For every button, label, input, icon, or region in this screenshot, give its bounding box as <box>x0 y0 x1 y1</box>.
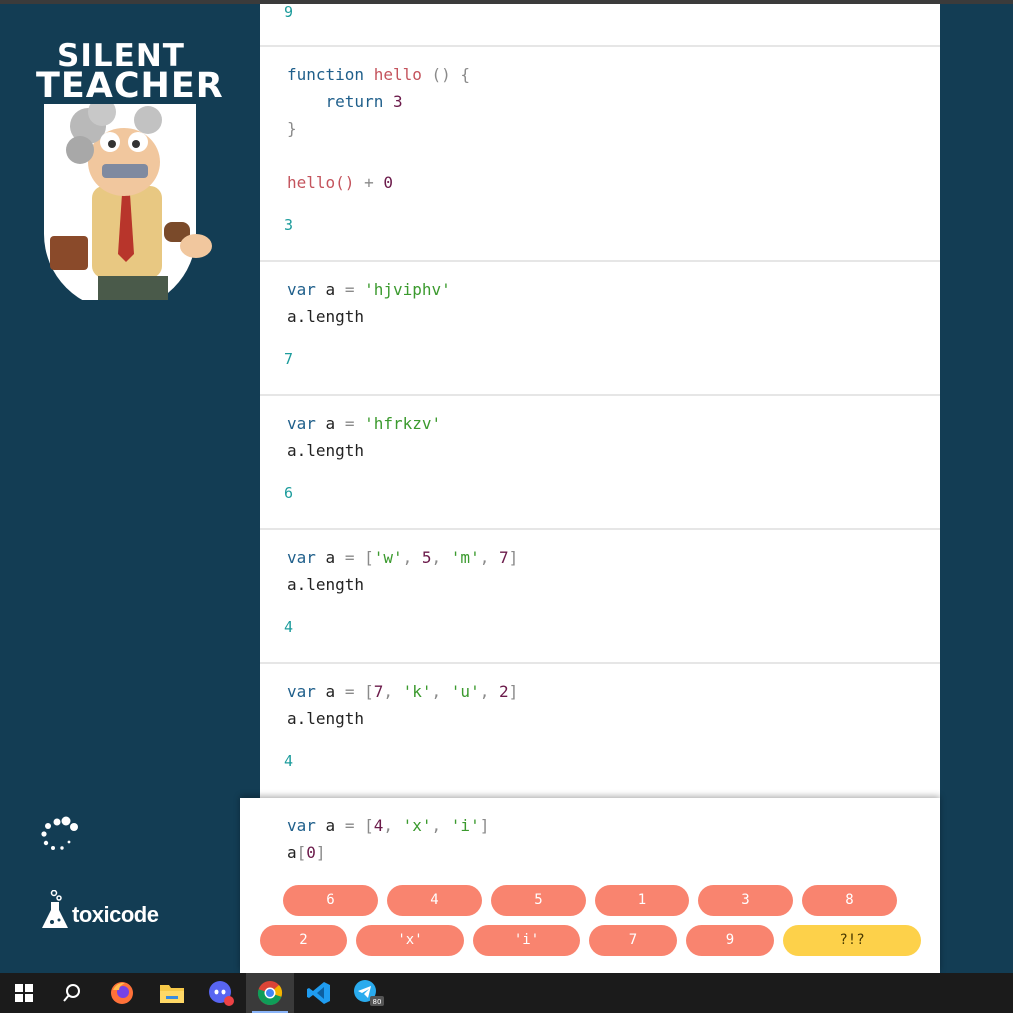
code-line: function hello () { <box>287 65 471 84</box>
result-value: 7 <box>284 350 294 368</box>
exercise-history: 9 function hello () { return 3 } hello()… <box>260 4 940 798</box>
answer-button[interactable]: 'x' <box>356 925 464 956</box>
firefox-icon[interactable] <box>98 973 146 1013</box>
code-line: var a = [7, 'k', 'u', 2] <box>287 682 519 701</box>
chrome-icon[interactable] <box>246 973 294 1013</box>
silent-teacher-logo: SILENT TEACHER <box>36 41 224 106</box>
history-card: var a = 'hjviphv' a.length 7 <box>260 262 940 396</box>
code-line: a[0] <box>287 843 326 862</box>
teacher-mascot-illustration <box>44 104 212 300</box>
telegram-icon[interactable]: 80 <box>344 973 392 1013</box>
answer-button[interactable]: 4 <box>387 885 482 916</box>
telegram-unread-badge: 80 <box>373 998 382 1006</box>
code-line: var a = 'hfrkzv' <box>287 414 442 433</box>
result-value: 3 <box>284 216 294 234</box>
code-line: return 3 <box>325 92 403 111</box>
history-card: var a = ['w', 5, 'm', 7] a.length 4 <box>260 530 940 664</box>
windows-taskbar: 80 <box>0 973 1013 1013</box>
answer-button[interactable]: 5 <box>491 885 586 916</box>
result-value: 4 <box>284 618 294 636</box>
answer-button[interactable]: 1 <box>595 885 689 916</box>
answer-button[interactable]: 2 <box>260 925 347 956</box>
answer-button[interactable]: 7 <box>589 925 677 956</box>
history-card: 9 <box>260 4 940 47</box>
vscode-icon[interactable] <box>295 973 343 1013</box>
code-line: } <box>287 119 297 138</box>
history-card: function hello () { return 3 } hello() +… <box>260 47 940 262</box>
history-card: var a = 'hfrkzv' a.length 6 <box>260 396 940 530</box>
help-button[interactable]: ?!? <box>783 925 921 956</box>
search-icon[interactable] <box>48 973 96 1013</box>
result-value: 4 <box>284 752 294 770</box>
code-line: hello() + 0 <box>287 173 393 192</box>
answer-button[interactable]: 6 <box>283 885 378 916</box>
code-line: a.length <box>287 709 365 728</box>
loading-spinner-icon <box>41 816 78 850</box>
start-icon[interactable] <box>0 973 48 1013</box>
history-card: var a = [7, 'k', 'u', 2] a.length 4 <box>260 664 940 798</box>
code-line: a.length <box>287 575 365 594</box>
brand-wordmark: toxicode <box>72 902 159 927</box>
flask-icon <box>42 890 68 928</box>
logo-line-2: TEACHER <box>36 66 224 106</box>
code-line: var a = 'hjviphv' <box>287 280 451 299</box>
code-line: a.length <box>287 441 365 460</box>
file-explorer-icon[interactable] <box>148 973 196 1013</box>
result-value: 6 <box>284 484 294 502</box>
answer-button[interactable]: 8 <box>802 885 897 916</box>
current-question-card: var a = [4, 'x', 'i'] a[0] 6 4 5 1 3 8 2… <box>240 798 940 973</box>
code-line: var a = [4, 'x', 'i'] <box>287 816 490 835</box>
code-line: var a = ['w', 5, 'm', 7] <box>287 548 519 567</box>
code-line: a.length <box>287 307 365 326</box>
answer-button[interactable]: 9 <box>686 925 774 956</box>
toxicode-brand[interactable]: toxicode <box>40 890 160 930</box>
discord-icon[interactable] <box>197 973 245 1013</box>
result-value: 9 <box>284 4 294 21</box>
answer-button[interactable]: 3 <box>698 885 793 916</box>
answer-button[interactable]: 'i' <box>473 925 580 956</box>
